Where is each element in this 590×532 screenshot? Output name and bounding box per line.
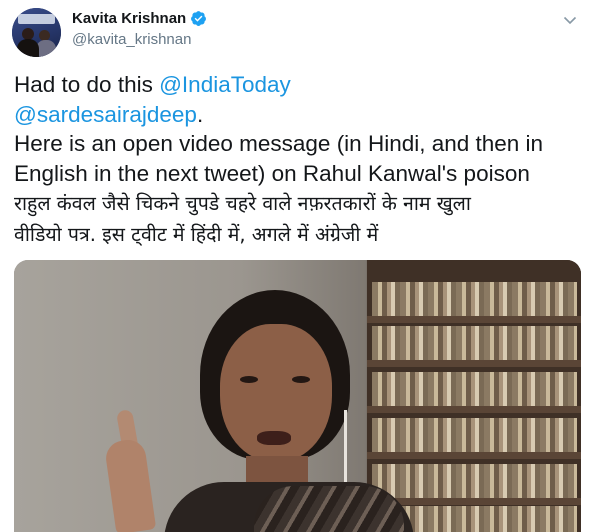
person-scarf (254, 486, 404, 532)
tweet-text-segment: Here is an open video message (in Hindi,… (14, 131, 544, 156)
bookshelf-board (367, 316, 581, 323)
mention-link[interactable]: @IndiaToday (159, 72, 291, 97)
tweet-card: Kavita Krishnan @kavita_krishnan Had to … (0, 0, 590, 532)
bookshelf-board (367, 452, 581, 459)
author-handle[interactable]: @kavita_krishnan (72, 31, 191, 48)
person-eye (240, 376, 258, 383)
avatar-figure (36, 40, 56, 57)
person-mouth (257, 431, 291, 445)
bookshelf-row (372, 282, 577, 316)
tweet-text-segment: राहुल कंवल जैसे चिकने चुपडे चहरे वाले नफ… (14, 192, 471, 215)
tweet-text-line: राहुल कंवल जैसे चिकने चुपडे चहरे वाले नफ… (14, 188, 582, 219)
tweet-text-line: Had to do this @IndiaToday (14, 70, 582, 100)
bookshelf-row (372, 372, 577, 406)
tweet-text-segment: Had to do this (14, 72, 160, 97)
mention-link[interactable]: @sardesairajdeep (14, 102, 197, 127)
avatar-banner (18, 14, 55, 24)
verified-badge-icon (191, 11, 207, 26)
bookshelf-row (372, 326, 577, 360)
avatar-figure (17, 39, 39, 57)
author-name[interactable]: Kavita Krishnan (72, 10, 186, 27)
bookshelf-board (367, 406, 581, 413)
bookshelf-board (367, 360, 581, 367)
bookshelf-row (372, 464, 577, 498)
chevron-down-icon[interactable] (562, 12, 578, 28)
author-name-row[interactable]: Kavita Krishnan (72, 10, 207, 27)
bookshelf-row (372, 418, 577, 452)
tweet-text-line: @sardesairajdeep. (14, 100, 582, 130)
tweet-text-segment: English in the next tweet) on Rahul Kanw… (14, 160, 530, 186)
video-player[interactable] (14, 260, 581, 532)
person-eye (292, 376, 310, 383)
tweet-text-line: वीडियो पत्र. इस ट्वीट में हिंदी में, अगल… (14, 219, 582, 250)
tweet-text-segment: . (196, 101, 204, 127)
tweet-text-line: English in the next tweet) on Rahul Kanw… (14, 159, 582, 189)
tweet-text-line: Here is an open video message (in Hindi,… (14, 129, 582, 159)
tweet-text: Had to do this @IndiaToday @sardesairajde… (14, 70, 582, 249)
author-avatar[interactable] (12, 8, 61, 57)
tweet-text-segment: वीडियो पत्र. इस ट्वीट में हिंदी में, अगल… (14, 222, 379, 246)
